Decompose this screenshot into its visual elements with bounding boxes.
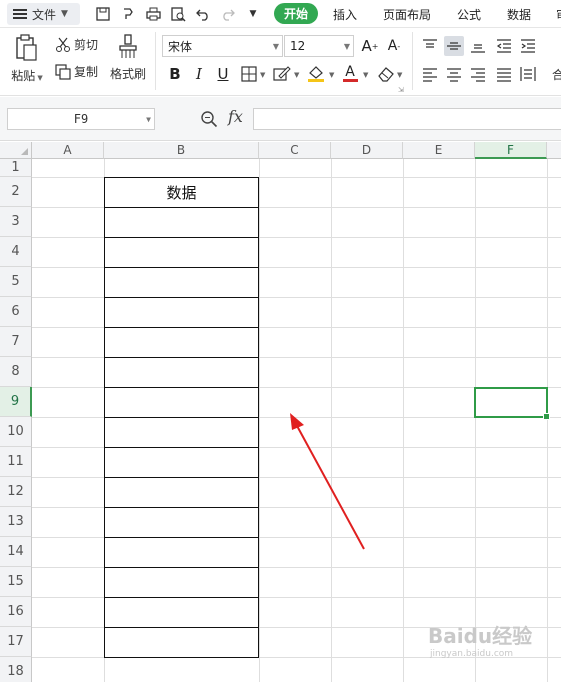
- baidu-watermark: Baidu经验 jingyan.baidu.com: [428, 620, 532, 659]
- ribbon-divider: [155, 32, 156, 90]
- chevron-down-icon[interactable]: ▼: [294, 71, 299, 79]
- increase-font-size-icon[interactable]: A +: [360, 36, 380, 56]
- chevron-down-icon: ▼: [146, 114, 151, 124]
- align-bottom-icon: [471, 44, 485, 53]
- tab-start[interactable]: 开始: [274, 3, 318, 24]
- ribbon-divider: [412, 32, 413, 90]
- save-icon[interactable]: [94, 5, 112, 23]
- fill-bucket-icon: [308, 66, 324, 82]
- align-top-button[interactable]: [420, 36, 440, 56]
- paintbrush-icon: [119, 34, 137, 58]
- clear-format-button[interactable]: [376, 64, 396, 84]
- font-dialog-launcher-icon[interactable]: ⇲: [398, 86, 404, 94]
- align-center-icon: [447, 68, 461, 82]
- justify-button[interactable]: [494, 64, 514, 84]
- align-bottom-button[interactable]: [468, 36, 488, 56]
- cut-button[interactable]: 剪切: [55, 36, 98, 53]
- tab-insert[interactable]: 插入: [333, 6, 357, 23]
- align-left-button[interactable]: [420, 64, 440, 84]
- italic-button[interactable]: I: [189, 64, 209, 84]
- borders-button[interactable]: [239, 64, 259, 84]
- copy-label: 复制: [74, 65, 99, 79]
- chevron-down-icon[interactable]: ▼: [329, 71, 334, 79]
- print-icon[interactable]: [144, 5, 162, 23]
- cell-reference: F9: [73, 112, 89, 126]
- chevron-down-icon[interactable]: ▼: [363, 71, 368, 79]
- increase-indent-icon: [521, 39, 535, 53]
- hamburger-icon: [13, 7, 27, 21]
- scissors-icon: [56, 37, 70, 52]
- tab-page-layout[interactable]: 页面布局: [383, 6, 431, 23]
- share-icon[interactable]: [119, 5, 137, 23]
- tab-data[interactable]: 数据: [507, 6, 531, 23]
- align-top-icon: [423, 39, 437, 48]
- cut-label: 剪切: [74, 38, 99, 52]
- print-preview-icon[interactable]: [169, 5, 187, 23]
- red-arrow-annotation: [290, 413, 365, 550]
- borders-icon: [241, 66, 257, 82]
- align-middle-button[interactable]: [444, 36, 464, 56]
- font-color-glyph: A: [345, 63, 355, 80]
- font-size-value: 12: [290, 39, 306, 53]
- align-center-button[interactable]: [444, 64, 464, 84]
- font-color-button[interactable]: A: [340, 63, 360, 83]
- cell-style-icon: [273, 66, 291, 81]
- align-right-button[interactable]: [468, 64, 488, 84]
- menu-bar: 文件 ▼ ▼ 开始 插入 页面布局 公式 数据 审: [0, 0, 561, 28]
- merge-center-label[interactable]: 合: [552, 66, 561, 83]
- align-middle-icon: [447, 42, 461, 50]
- format-painter-label: 格式刷: [109, 67, 146, 81]
- watermark-url: jingyan.baidu.com: [430, 649, 514, 659]
- decrease-font-size-icon[interactable]: A-: [384, 36, 404, 56]
- underline-button[interactable]: U: [213, 64, 233, 84]
- paste-button[interactable]: 粘贴 ▼: [10, 34, 44, 88]
- insert-function-button[interactable]: fx: [228, 107, 243, 126]
- format-painter-button[interactable]: 格式刷: [108, 34, 148, 88]
- font-name-select[interactable]: 宋体 ▼: [162, 35, 283, 57]
- redo-icon[interactable]: [219, 5, 237, 23]
- customize-toolbar-icon[interactable]: ▼: [244, 5, 262, 23]
- spreadsheet-grid[interactable]: A B C D E F 1 2 3 4 5 6 7 8 9 10 11 12 1…: [0, 142, 561, 682]
- undo-icon[interactable]: [194, 5, 212, 23]
- file-menu-label: 文件: [32, 7, 57, 22]
- paste-label: 粘贴 ▼: [11, 69, 43, 83]
- decrease-indent-button[interactable]: [494, 36, 514, 56]
- tab-formulas[interactable]: 公式: [457, 6, 481, 23]
- copy-icon: [55, 63, 71, 80]
- distribute-button[interactable]: [518, 64, 538, 84]
- bold-button[interactable]: B: [165, 64, 185, 84]
- paste-icon: [16, 34, 37, 61]
- cell-style-button[interactable]: [272, 64, 292, 84]
- align-left-icon: [423, 68, 437, 82]
- increase-indent-button[interactable]: [518, 36, 538, 56]
- fill-color-button[interactable]: [306, 64, 326, 84]
- name-box[interactable]: F9 ▼: [7, 108, 155, 130]
- copy-button[interactable]: 复制: [55, 63, 98, 80]
- chevron-down-icon[interactable]: ▼: [260, 71, 265, 79]
- justify-icon: [497, 68, 511, 82]
- font-name-value: 宋体: [168, 39, 193, 54]
- font-color-swatch: [342, 78, 358, 82]
- file-menu-button[interactable]: 文件 ▼: [7, 3, 80, 25]
- distribute-icon: [520, 67, 536, 81]
- formula-input[interactable]: [253, 108, 561, 130]
- eraser-icon: [378, 67, 394, 82]
- watermark-text: Baidu经验: [428, 624, 533, 648]
- chevron-down-icon[interactable]: ▼: [397, 71, 402, 79]
- decrease-indent-icon: [496, 39, 511, 53]
- chevron-down-icon: ▼: [61, 9, 68, 19]
- chevron-down-icon: ▼: [343, 41, 350, 51]
- font-size-select[interactable]: 12 ▼: [284, 35, 354, 57]
- ribbon: 粘贴 ▼ 剪切 复制 格式刷 宋体 ▼ 12 ▼ A + A- B I U ▼ …: [0, 28, 561, 96]
- align-right-icon: [471, 68, 485, 82]
- formula-bar: F9 ▼ fx: [0, 97, 561, 141]
- zoom-search-icon[interactable]: [200, 110, 218, 131]
- chevron-down-icon: ▼: [272, 41, 279, 51]
- tab-review[interactable]: 审: [556, 6, 561, 23]
